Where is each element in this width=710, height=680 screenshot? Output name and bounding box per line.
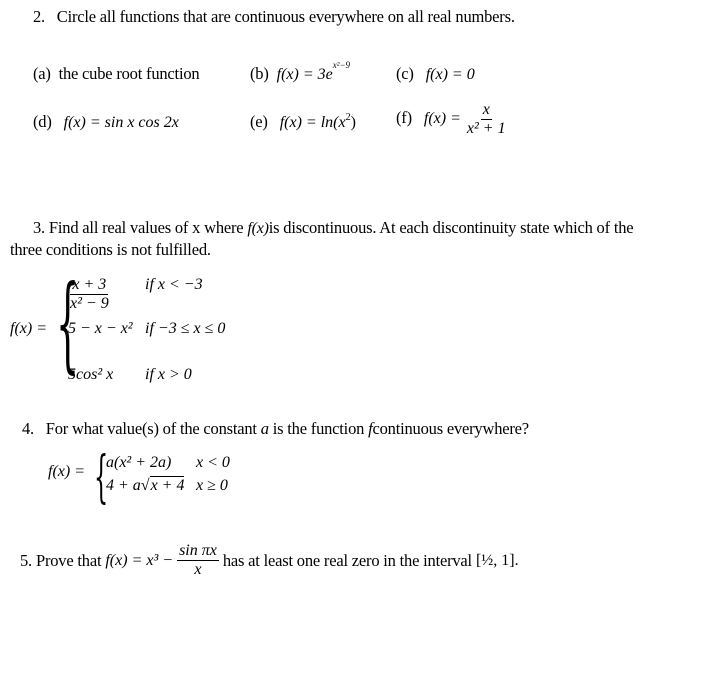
q3-number: 3. <box>33 218 45 237</box>
option-expression: f(x) = sin x cos 2x <box>63 114 179 131</box>
option-text: the cube root function <box>58 64 200 83</box>
q5-prompt-part: Prove that <box>35 550 102 570</box>
q2-option-c: (c) f(x) = 0 <box>396 64 475 84</box>
option-expression: f(x) = ln(x <box>279 114 346 131</box>
q4-prompt-part: is the function <box>272 419 365 438</box>
option-expression: f(x) = <box>423 110 461 128</box>
q3-piece-1-condition: if x < −3 <box>145 276 203 293</box>
q4-prompt-part: For what value(s) of the constant <box>45 419 257 438</box>
q3-piece-1-fraction: x + 3 x² − 9 <box>68 277 111 312</box>
option-label: (b) <box>250 64 269 83</box>
q2-number: 2. <box>33 7 45 26</box>
option-expression: f(x) = 0 <box>425 66 475 83</box>
q3-piece-2: 5 − x − x² <box>68 320 133 337</box>
q2-option-e: (e) f(x) = ln(x2) <box>250 112 356 132</box>
q3-piece-3-condition: if x > 0 <box>145 366 192 383</box>
q4-piece-1-condition: x < 0 <box>196 454 230 471</box>
q3-piece-1: x + 3 x² − 9 <box>68 277 111 312</box>
option-label: (c) <box>396 64 414 83</box>
q4-heading: 4. For what value(s) of the constant a i… <box>22 419 529 439</box>
q2-option-b: (b) f(x) = 3ex²−9 <box>250 60 350 84</box>
fraction-numerator: x + 3 <box>70 276 109 295</box>
fraction-numerator: sin πx <box>177 542 219 561</box>
q3-lhs: f(x) = <box>10 320 47 337</box>
fraction-numerator: x <box>480 101 492 120</box>
q5-expression: f(x) = x³ − <box>105 551 174 569</box>
q3-piece-2-condition: if −3 ≤ x ≤ 0 <box>145 320 226 337</box>
option-exponent: x²−9 <box>332 60 351 70</box>
q4-piece-2-radicand: x + 4 <box>149 476 185 494</box>
q2-option-f: (f) f(x) = x x² + 1 <box>396 102 508 137</box>
q3-piece-3: 5cos² x <box>68 366 114 383</box>
q2-option-a: (a) the cube root function <box>33 64 200 84</box>
fraction-denominator: x <box>194 561 202 578</box>
q4-piece-2: 4 + a√x + 4 <box>106 476 185 495</box>
q5-interval: [½, 1]. <box>475 551 519 569</box>
q5-fraction: sin πx x <box>177 543 219 578</box>
q3-prompt-continued: three conditions is not fulfilled. <box>10 240 211 259</box>
option-tail: ) <box>350 114 356 131</box>
q4-variable-a: a <box>260 419 269 438</box>
option-label: (f) <box>396 108 412 128</box>
q2-option-d: (d) f(x) = sin x cos 2x <box>33 112 179 132</box>
q4-piece-2-condition: x ≥ 0 <box>196 477 228 494</box>
q2-heading: 2. Circle all functions that are continu… <box>33 7 515 27</box>
option-fraction: x x² + 1 <box>465 102 508 137</box>
q4-lhs: f(x) = <box>48 463 85 480</box>
option-exponent: 2 <box>345 112 351 123</box>
q4-piece-1: a(x² + 2a) <box>106 454 172 471</box>
q4-number: 4. <box>22 419 34 438</box>
q5-statement: 5. Prove that f(x) = x³ − sin πx x has a… <box>20 543 519 578</box>
q3-prompt-part: is discontinuous. At each discontinuity … <box>268 218 634 237</box>
q5-number: 5. <box>20 550 32 570</box>
option-label: (a) <box>33 64 51 83</box>
option-expression: f(x) = 3e <box>276 66 333 83</box>
sqrt-symbol: √ <box>140 477 150 494</box>
q4-piece-2-prefix: 4 + a <box>106 477 141 494</box>
fraction-denominator: x² + 1 <box>466 120 506 137</box>
q3-prompt-part: Find all real values of x where <box>48 218 244 237</box>
q5-prompt-part: has at least one real zero in the interv… <box>222 550 472 570</box>
fraction-denominator: x² − 9 <box>70 295 109 312</box>
q2-prompt: Circle all functions that are continuous… <box>56 7 515 26</box>
option-label: (e) <box>250 112 268 131</box>
q4-prompt-part: continuous everywhere? <box>372 419 530 438</box>
option-label: (d) <box>33 112 52 131</box>
q3-heading: 3. Find all real values of x where f(x)i… <box>33 218 634 238</box>
q3-function-name: f(x) <box>247 220 269 237</box>
